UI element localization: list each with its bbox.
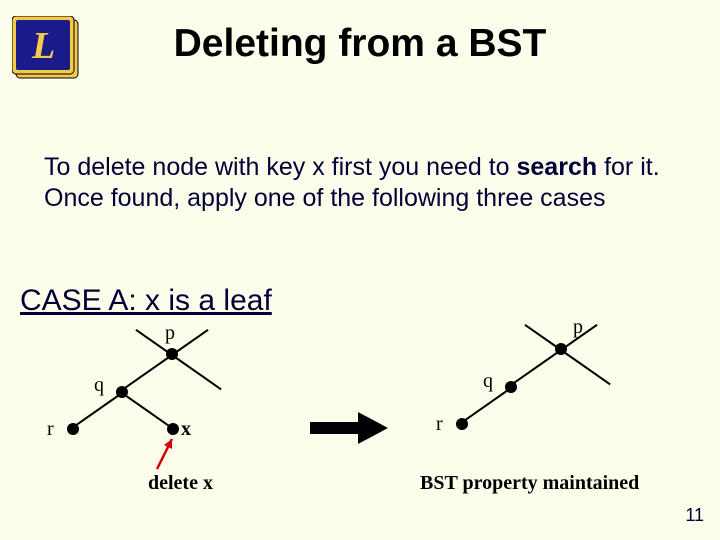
label-q-right: q <box>483 370 493 393</box>
node-r-left <box>67 423 79 435</box>
transition-arrow <box>310 412 390 449</box>
edge-p-q-left <box>122 354 172 390</box>
label-r-left: r <box>47 418 54 441</box>
label-x-left: x <box>181 418 191 441</box>
edge-p-up-left-right <box>524 324 561 351</box>
label-q-left: q <box>94 374 104 397</box>
edge-p-right-left <box>171 354 221 390</box>
edge-p-right-right <box>560 349 610 385</box>
intro-part1: To delete node with key x first you need… <box>44 153 517 181</box>
intro-bold: search <box>517 153 598 181</box>
caption-delete-x: delete x <box>148 472 213 495</box>
intro-text: To delete node with key x first you need… <box>44 152 700 213</box>
diagram-area: p q r x delete x p q r BST property mai <box>0 318 720 518</box>
page-number: 11 <box>685 505 704 526</box>
case-a-heading: CASE A: x is a leaf <box>20 284 272 318</box>
edge-p-q-right <box>511 349 561 385</box>
edge-q-r-left <box>72 392 122 428</box>
caption-maintained: BST property maintained <box>420 472 639 495</box>
label-p-left: p <box>165 322 175 345</box>
slide-title: Deleting from a BST <box>0 22 720 66</box>
edge-q-x-left <box>121 392 171 428</box>
edge-p-up-right-left <box>171 329 208 356</box>
label-r-right: r <box>436 413 443 436</box>
node-r-right <box>456 418 468 430</box>
